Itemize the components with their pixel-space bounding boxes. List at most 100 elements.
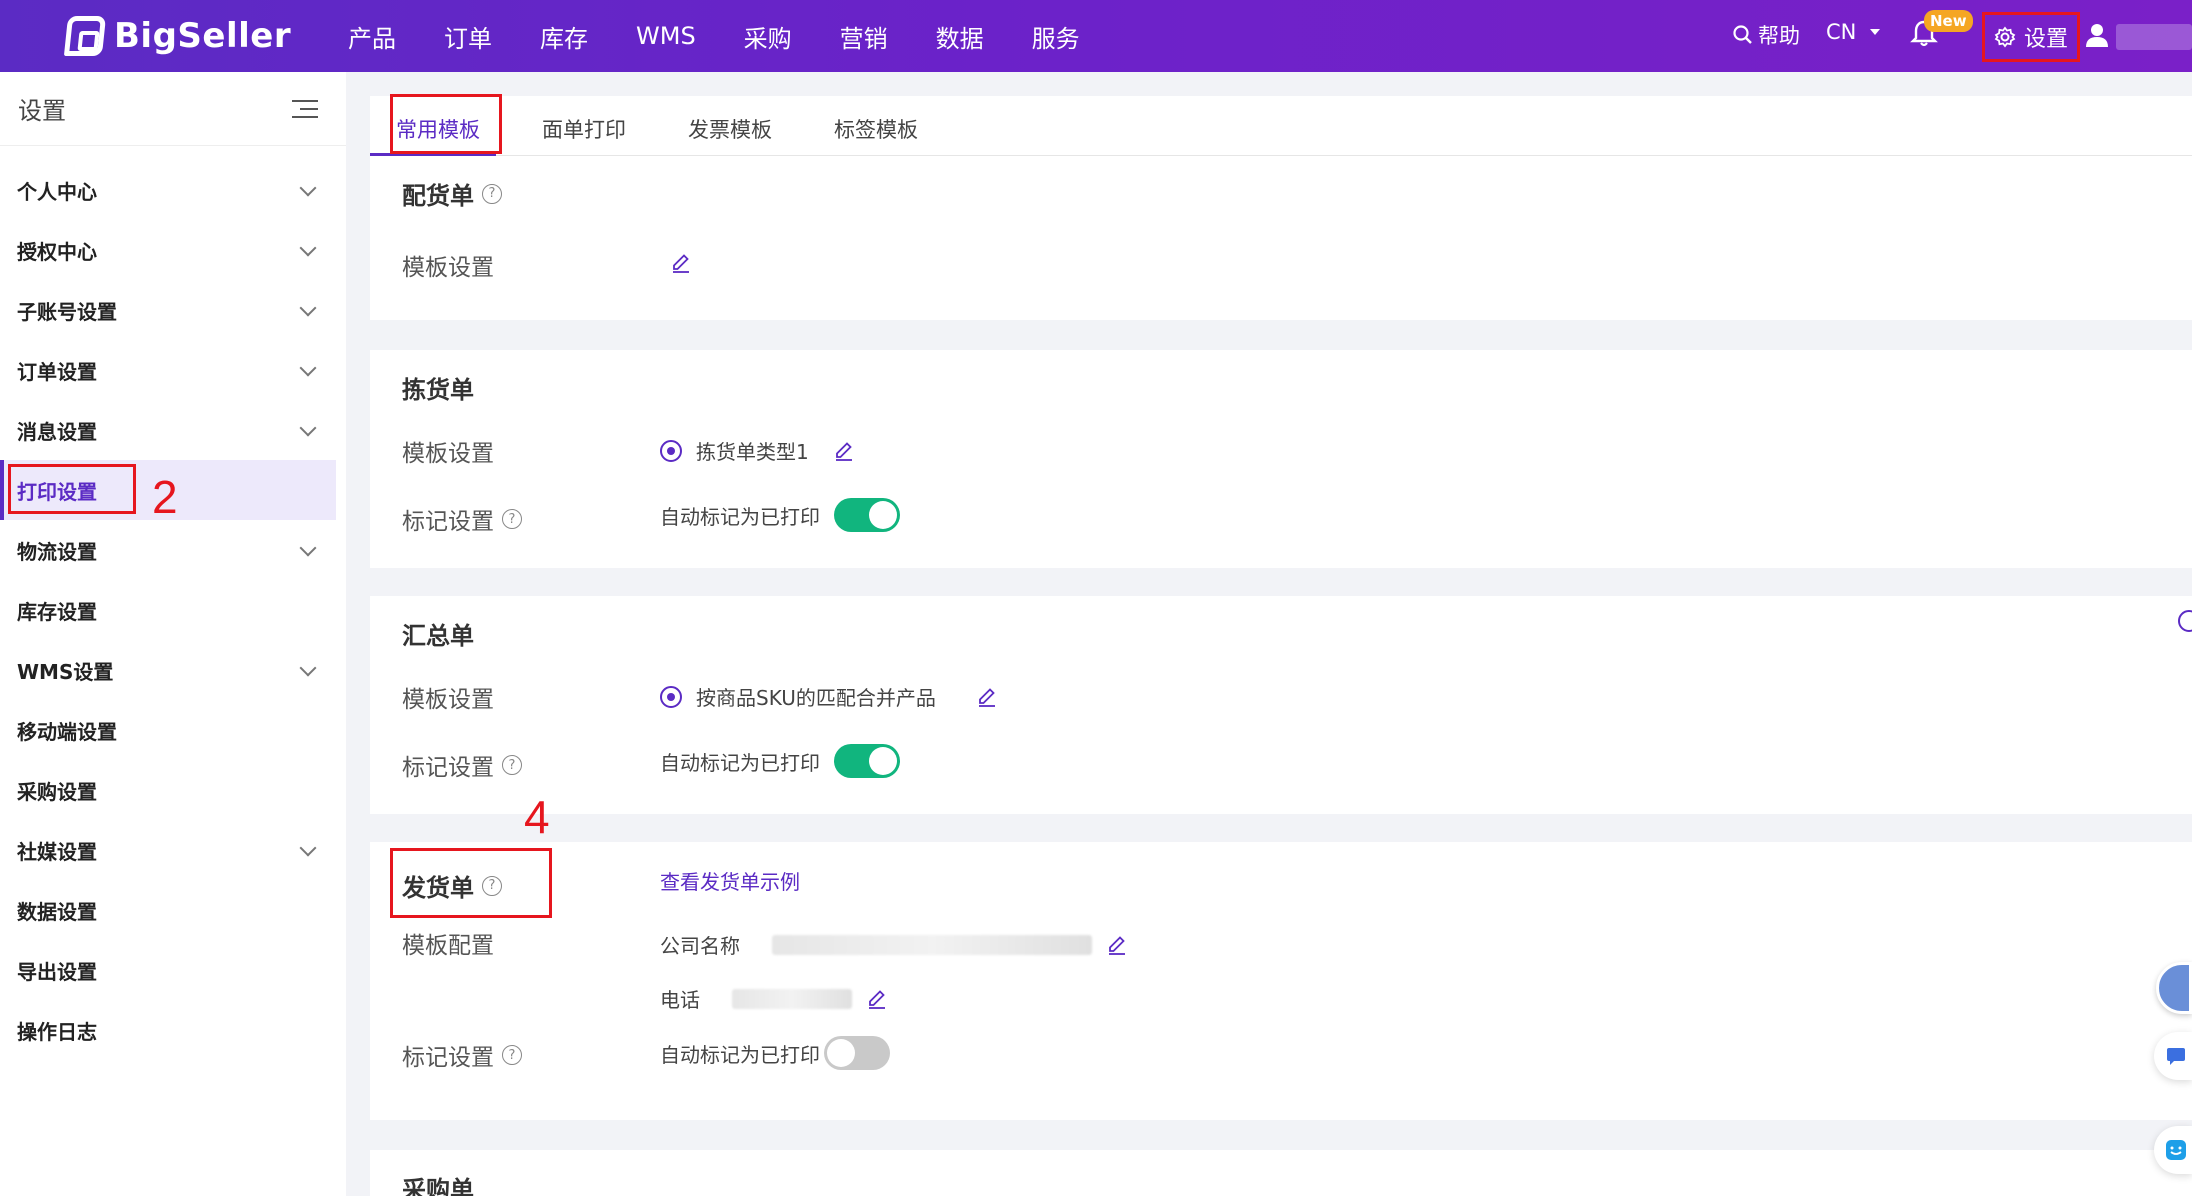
fahuo-example-link-wrap: 查看发货单示例 xyxy=(660,866,800,895)
nav-marketing[interactable]: 营销 xyxy=(840,19,888,54)
section-title-text: 汇总单 xyxy=(402,622,474,650)
chevron-down-icon xyxy=(299,359,317,377)
edit-icon[interactable] xyxy=(833,440,855,462)
username-redacted[interactable] xyxy=(2116,24,2192,50)
help-circle-icon[interactable]: ? xyxy=(502,755,522,775)
help-circle-icon[interactable]: ? xyxy=(482,183,502,204)
section-title-jianhuo: 拣货单 xyxy=(402,370,474,405)
top-navbar: BigSeller 产品 订单 库存 WMS 采购 营销 数据 服务 帮助 CN… xyxy=(0,0,2192,72)
bigseller-logo[interactable]: BigSeller xyxy=(63,14,292,58)
section-jianhuo: 拣货单 模板设置 拣货单类型1 标记设置 ? 自动标记为已打印 xyxy=(370,350,2192,568)
auto-mark-toggle[interactable] xyxy=(834,744,900,778)
collapse-menu-icon[interactable] xyxy=(292,98,318,120)
sidebar-item[interactable]: 物流设置 xyxy=(0,520,346,580)
nav-wms[interactable]: WMS xyxy=(636,22,696,50)
nav-inventory[interactable]: 库存 xyxy=(540,19,588,54)
sidebar-item-label: 社媒设置 xyxy=(17,839,97,864)
nav-data[interactable]: 数据 xyxy=(936,19,984,54)
sidebar-item[interactable]: 子账号设置 xyxy=(0,280,346,340)
language-label: CN xyxy=(1826,20,1857,44)
edit-icon[interactable] xyxy=(670,252,692,274)
radio-selected[interactable] xyxy=(660,439,682,462)
main-nav: 产品 订单 库存 WMS 采购 营销 数据 服务 xyxy=(348,0,1128,72)
jianhuo-mark-label: 标记设置 ? xyxy=(402,502,522,536)
settings-button[interactable]: 设置 xyxy=(1982,12,2080,62)
label-text: 标记设置 xyxy=(402,1045,494,1071)
sidebar-item-label: 导出设置 xyxy=(17,959,97,984)
sidebar-item[interactable]: 移动端设置 xyxy=(0,700,346,760)
edit-icon[interactable] xyxy=(866,988,888,1010)
auto-mark-toggle[interactable] xyxy=(834,498,900,532)
nav-orders[interactable]: 订单 xyxy=(444,19,492,54)
tab-label-template[interactable]: 标签模板 xyxy=(834,114,918,144)
phone-label: 电话 xyxy=(660,988,700,1012)
fahuo-mark-value: 自动标记为已打印 xyxy=(660,1036,890,1070)
sidebar-item[interactable]: 订单设置 xyxy=(0,340,346,400)
value-text: 自动标记为已打印 xyxy=(660,1042,820,1067)
edit-icon[interactable] xyxy=(976,686,998,708)
sidebar-item-label: 消息设置 xyxy=(17,419,97,444)
language-select[interactable]: CN xyxy=(1826,20,1882,44)
settings-label: 设置 xyxy=(2023,27,2068,52)
section-title-text: 拣货单 xyxy=(402,376,474,404)
section-caigou: 采购单 xyxy=(370,1150,2192,1196)
sidebar-item[interactable]: 采购设置 xyxy=(0,760,346,820)
label-text: 模板设置 xyxy=(402,441,494,467)
sidebar-header: 设置 xyxy=(0,72,346,146)
logo-text: BigSeller xyxy=(114,16,292,56)
sidebar-item-label: 订单设置 xyxy=(17,359,97,384)
search-icon xyxy=(1733,25,1752,44)
chevron-down-icon xyxy=(299,299,317,317)
chat-icon xyxy=(2167,1048,2185,1065)
view-example-link[interactable]: 查看发货单示例 xyxy=(660,866,800,895)
edit-icon[interactable] xyxy=(1106,934,1128,956)
huizong-template-value: 按商品SKU的匹配合并产品 xyxy=(660,682,998,711)
label-text: 模板设置 xyxy=(402,255,494,281)
help-link[interactable]: 帮助 xyxy=(1732,20,1800,50)
sidebar-item[interactable]: 操作日志 xyxy=(0,1000,346,1060)
jianhuo-template-label: 模板设置 xyxy=(402,434,494,468)
jianhuo-template-value: 拣货单类型1 xyxy=(660,436,855,465)
nav-products[interactable]: 产品 xyxy=(348,19,396,54)
chevron-down-icon xyxy=(299,539,317,557)
user-icon[interactable] xyxy=(2084,22,2110,48)
auto-mark-toggle[interactable] xyxy=(824,1036,890,1070)
sidebar-item[interactable]: 库存设置 xyxy=(0,580,346,640)
company-name-row: 公司名称 xyxy=(660,930,1128,959)
huizong-mark-label: 标记设置 ? xyxy=(402,748,522,782)
sidebar-item-label: 采购设置 xyxy=(17,779,97,804)
tab-invoice-template[interactable]: 发票模板 xyxy=(688,114,772,144)
sidebar-item-label: 移动端设置 xyxy=(17,719,117,744)
tab-waybill-print[interactable]: 面单打印 xyxy=(542,114,626,144)
sidebar-item[interactable]: 社媒设置 xyxy=(0,820,346,880)
sidebar-item[interactable]: 导出设置 xyxy=(0,940,346,1000)
help-circle-icon[interactable]: ? xyxy=(502,1045,522,1065)
sidebar-item[interactable]: 授权中心 xyxy=(0,220,346,280)
sidebar-item[interactable]: 数据设置 xyxy=(0,880,346,940)
sidebar-item[interactable]: 消息设置 xyxy=(0,400,346,460)
nav-services[interactable]: 服务 xyxy=(1032,19,1080,54)
caret-down-icon xyxy=(1870,29,1881,35)
radio-selected[interactable] xyxy=(660,685,682,708)
label-text: 模板设置 xyxy=(402,687,494,713)
sidebar-item-label: 库存设置 xyxy=(17,599,97,624)
sidebar-item-label: 个人中心 xyxy=(17,179,97,204)
annotation-2: 2 xyxy=(152,471,178,523)
sidebar-item[interactable]: 个人中心 xyxy=(0,160,346,220)
sidebar: 设置 个人中心 授权中心 子账号设置 订单设置 消息设置 打印设置 物流设置 库存设置 WMS设… xyxy=(0,72,346,1196)
section-title-huizong: 汇总单 xyxy=(402,616,474,651)
peihuo-template-label: 模板设置 xyxy=(402,248,494,282)
nav-purchase[interactable]: 采购 xyxy=(744,19,792,54)
chevron-down-icon xyxy=(299,659,317,677)
company-name-redacted xyxy=(772,934,1092,955)
new-badge: New xyxy=(1924,10,1973,32)
label-text: 标记设置 xyxy=(402,509,494,535)
chevron-down-icon xyxy=(299,239,317,257)
help-circle-icon[interactable]: ? xyxy=(502,509,522,529)
sidebar-item-label: 物流设置 xyxy=(17,539,97,564)
huizong-template-label: 模板设置 xyxy=(402,680,494,714)
template-tabs: 常用模板 面单打印 发票模板 标签模板 xyxy=(370,96,2192,156)
sidebar-item[interactable]: WMS设置 xyxy=(0,640,346,700)
value-text: 自动标记为已打印 xyxy=(660,750,820,775)
sidebar-item-label: WMS设置 xyxy=(17,659,114,684)
